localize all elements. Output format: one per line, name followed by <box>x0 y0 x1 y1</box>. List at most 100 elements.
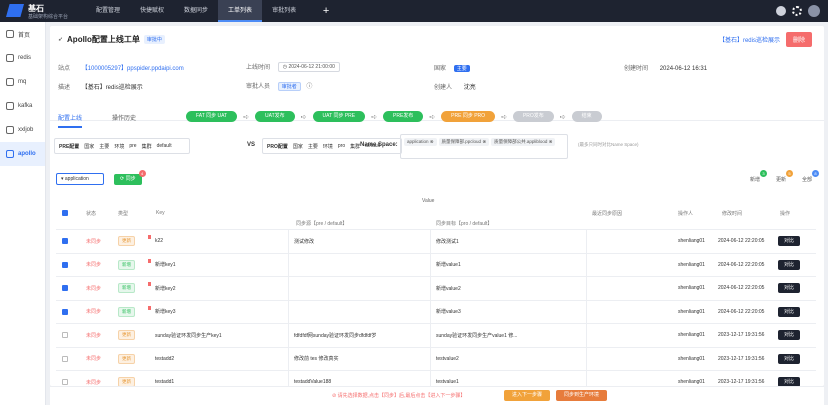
sidebar-item-apollo[interactable]: apollo <box>0 142 45 166</box>
top-right-tools <box>776 5 820 17</box>
row-type-cell: 更新 <box>118 324 135 347</box>
topnav-item[interactable]: 数据同步 <box>174 0 218 22</box>
compare-button[interactable]: 对比 <box>778 353 801 364</box>
row-checkbox[interactable] <box>62 261 68 268</box>
sidebar-item-mq[interactable]: mq <box>0 70 45 94</box>
compare-button[interactable]: 对比 <box>778 236 801 247</box>
topnav-item[interactable]: 快捷赋权 <box>130 0 174 22</box>
sidebar-item-xxljob[interactable]: xxljob <box>0 118 45 142</box>
env-right-country-label: 国家 <box>292 143 303 150</box>
sync-button[interactable]: ⟳ 同步 4 <box>114 169 146 185</box>
site-value[interactable]: 【1000005297】ppspider.ppdaipi.com <box>82 66 184 72</box>
sidebar-item-redis[interactable]: redis <box>0 46 45 70</box>
row-checkbox[interactable] <box>62 238 68 245</box>
compare-button[interactable]: 对比 <box>778 306 801 317</box>
select-all-cell <box>62 206 68 229</box>
delete-button[interactable]: 删除 <box>785 32 812 47</box>
legend-item[interactable]: 新增 3 <box>750 170 767 183</box>
column-divider <box>288 300 289 323</box>
row-type-tag: 更新 <box>118 353 135 364</box>
env-left-cluster: default <box>156 143 172 149</box>
env-left-env: pre <box>129 143 137 149</box>
row-checkbox-cell <box>62 230 68 253</box>
row-checkbox[interactable] <box>62 308 68 315</box>
select-all-checkbox[interactable] <box>62 210 68 216</box>
row-operator: shenliang01 <box>678 355 705 362</box>
namespace-select[interactable]: application ⊗ 质量保障部.ppcloud ⊗ 质量保障部公共.appl… <box>400 134 568 159</box>
app-logo[interactable]: 基石 基础架构综合平台 <box>6 2 76 20</box>
tab-1[interactable]: 操作历史 <box>112 113 136 128</box>
table-row: 未同步 新增 新增key2 新增value2 shenliang01 2024-06-12… <box>56 277 816 301</box>
namespace-label: Name Space: <box>360 142 398 148</box>
status-badge: 审批中 <box>143 35 165 44</box>
row-checkbox-cell <box>62 348 68 371</box>
row-key: 新增key2 <box>155 285 176 292</box>
compare-button[interactable]: 对比 <box>778 330 801 341</box>
namespace-chip-label: 质量保障部.ppcloud <box>441 139 482 144</box>
row-mtime: 2024-06-12 22:20:05 <box>718 238 765 245</box>
compare-button[interactable]: 对比 <box>778 283 801 294</box>
row-checkbox-cell <box>62 301 68 324</box>
column-divider <box>288 253 289 276</box>
topnav-item[interactable]: 审批列表 <box>262 0 306 22</box>
avatar[interactable] <box>808 5 820 17</box>
value-group-header: Value <box>422 198 435 204</box>
ticket-link[interactable]: 【基石】redis巡检展示 <box>719 35 780 44</box>
row-operator: shenliang01 <box>678 285 705 292</box>
tab-0[interactable]: 配置上线 <box>58 113 83 128</box>
sync-label: 同步 <box>125 175 136 182</box>
title-actions: 【基石】redis巡检展示 删除 <box>719 32 812 47</box>
row-pre-value: 修改前 tes 修改真实 <box>294 356 339 363</box>
row-checkbox[interactable] <box>62 332 68 339</box>
table-header: 状态 类型 Key 同步源【pre / default】 同步目标【pro / … <box>56 206 816 230</box>
flow-step[interactable]: UAT发布 <box>255 111 295 122</box>
column-divider <box>288 230 289 253</box>
column-divider <box>430 277 431 300</box>
sidebar-item-首页[interactable]: 首页 <box>0 22 45 46</box>
row-checkbox[interactable] <box>62 355 68 362</box>
close-icon[interactable]: ⊗ <box>547 139 553 144</box>
next-step-button[interactable]: 进入下一步骤 <box>504 390 551 401</box>
flow-step[interactable]: PRE 同步 PRO <box>441 111 496 122</box>
add-tab-icon[interactable]: + <box>306 0 346 22</box>
topnav-item[interactable]: 工单列表 <box>218 0 263 22</box>
mq-icon <box>6 78 14 86</box>
online-time-value: 2024-06-12 21:00:00 <box>288 64 335 71</box>
flow-step[interactable]: FAT 同步 UAT <box>186 111 238 122</box>
row-type-cell: 新增 <box>118 301 135 324</box>
namespace-chip[interactable]: 质量保障部公共.appliblood ⊗ <box>491 138 556 146</box>
flow-step[interactable]: UAT 同步 PRE <box>312 111 366 122</box>
online-time-input[interactable]: ◷ 2024-06-12 21:00:00 <box>277 62 340 73</box>
sidebar: 首页 redis mq kafka xxljob apollo <box>0 22 46 405</box>
approver-value[interactable]: 审批者 <box>277 82 301 91</box>
legend-item[interactable]: 更新 5 <box>776 170 793 183</box>
close-icon[interactable]: ⊗ <box>481 139 486 144</box>
close-icon[interactable]: ⊗ <box>429 139 434 144</box>
gear-icon[interactable] <box>792 6 802 16</box>
env-left-cluster-label: 集群 <box>141 143 152 150</box>
env-left: PRE配置 国家 主要 环境 pre 集群 default <box>54 138 190 154</box>
row-pro-value: testvalue2 <box>436 355 459 362</box>
namespace-chip[interactable]: 质量保障部.ppcloud ⊗ <box>438 138 490 146</box>
flow-step[interactable]: PRE发布 <box>383 111 424 122</box>
approver-info: 审批人员 审批者 ⓘ <box>246 81 312 91</box>
sidebar-item-label: kafka <box>18 103 33 109</box>
topnav-label: 数据同步 <box>184 8 209 14</box>
sync-prod-button[interactable]: 同步到生产环境 <box>556 390 608 401</box>
sidebar-item-kafka[interactable]: kafka <box>0 94 45 118</box>
row-type-tag: 新增 <box>118 283 135 294</box>
row-type-cell: 更新 <box>118 230 135 253</box>
legend-item[interactable]: 全部 8 <box>802 170 819 183</box>
row-checkbox[interactable] <box>62 285 68 292</box>
flow-step[interactable]: PRO发布 <box>512 111 554 122</box>
topnav-item[interactable]: 配置管理 <box>86 0 130 22</box>
help-icon[interactable] <box>776 6 786 16</box>
app-select[interactable]: ▾ application <box>56 173 104 185</box>
row-key-cell: sunday验证环发同步生产key1 <box>155 324 222 347</box>
flow-step[interactable]: 结束 <box>571 111 602 122</box>
row-checkbox[interactable] <box>62 379 68 386</box>
compare-button[interactable]: 对比 <box>778 259 801 270</box>
namespace-chip[interactable]: application ⊗ <box>404 138 437 146</box>
bottom-bar: ⊘ 请先选择数据,点击【同步】后,最后点击【进入下一步骤】 进入下一步骤 同步到… <box>50 386 824 405</box>
creator-info: 创建人 沈亮 <box>434 82 476 91</box>
